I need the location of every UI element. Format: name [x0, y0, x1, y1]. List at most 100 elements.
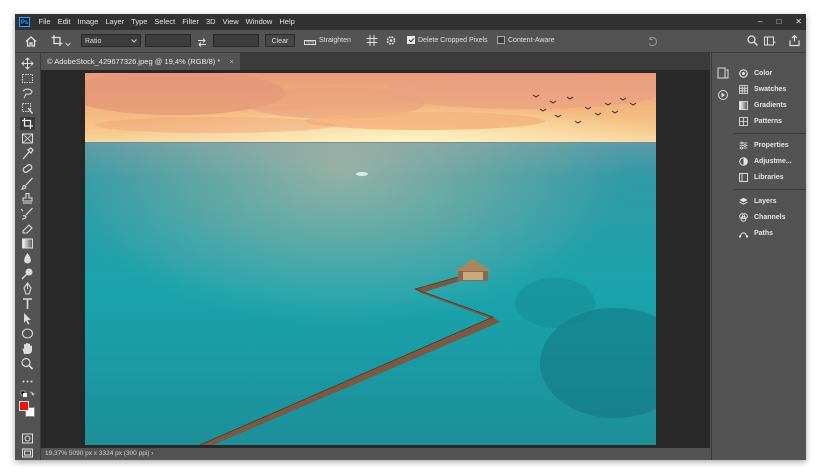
type-tool-icon[interactable]	[20, 297, 35, 310]
move-tool-icon[interactable]	[20, 57, 35, 70]
panel-swatches-label: Swatches	[754, 86, 787, 93]
status-text: 19,37% 5090 px x 3324 px (300 ppi) ›	[45, 450, 154, 457]
panel-patterns-label: Patterns	[754, 118, 783, 125]
menu-image[interactable]: Image	[74, 14, 102, 30]
workspace-icon[interactable]	[764, 35, 776, 48]
panel-patterns[interactable]: Patterns	[739, 115, 782, 128]
marquee-tool-icon[interactable]	[20, 72, 35, 85]
dodge-tool-icon[interactable]	[20, 267, 35, 280]
frame-tool-icon[interactable]	[20, 132, 35, 145]
gradient-tool-icon[interactable]	[20, 237, 35, 250]
menu-window[interactable]: Window	[242, 14, 276, 30]
ellipse-tool-icon[interactable]	[20, 327, 35, 340]
menu-3d[interactable]: 3D	[202, 14, 219, 30]
screen-mode-icon[interactable]	[20, 446, 35, 459]
object-selection-tool-icon[interactable]	[20, 102, 35, 115]
panel-paths-label: Paths	[754, 230, 774, 237]
actions-icon[interactable]	[717, 89, 729, 101]
canvas-area[interactable]	[41, 70, 710, 448]
panel-channels[interactable]: Channels	[739, 211, 786, 224]
libraries-icon	[739, 173, 748, 182]
panel-swatches[interactable]: Swatches	[739, 83, 786, 96]
share-icon[interactable]	[789, 34, 800, 47]
chevron-down-icon	[131, 39, 137, 43]
default-colors-icon[interactable]	[20, 390, 35, 400]
gear-icon[interactable]	[385, 34, 397, 47]
panel-libraries[interactable]: Libraries	[739, 171, 784, 184]
document-title: © AdobeStock_429677326.jpeg @ 19,4% (RGB…	[47, 57, 221, 66]
close-window-button[interactable]: ✕	[795, 14, 802, 30]
home-icon[interactable]	[25, 35, 37, 48]
hand-tool-icon[interactable]	[20, 342, 35, 355]
panel-properties[interactable]: Properties	[739, 139, 789, 152]
foreground-color-swatch[interactable]	[19, 401, 29, 411]
panel-color[interactable]: Color	[739, 67, 772, 80]
more-tools-icon[interactable]	[20, 375, 35, 388]
lasso-tool-icon[interactable]	[20, 87, 35, 100]
panel-gradients[interactable]: Gradients	[739, 99, 787, 112]
ratio-dropdown[interactable]: Ratio	[81, 34, 141, 47]
swap-icon[interactable]	[197, 36, 207, 49]
panel-layers-label: Layers	[754, 198, 777, 205]
document-image[interactable]	[85, 73, 656, 445]
panel-gradients-label: Gradients	[754, 102, 787, 109]
menu-edit[interactable]: Edit	[54, 14, 74, 30]
eyedropper-tool-icon[interactable]	[20, 147, 35, 160]
menu-filter[interactable]: Filter	[179, 14, 203, 30]
panel-divider	[734, 133, 806, 134]
adjustments-icon	[739, 157, 748, 166]
status-bar: 19,37% 5090 px x 3324 px (300 ppi) ›	[41, 448, 710, 460]
height-field[interactable]	[213, 34, 259, 47]
brush-tool-icon[interactable]	[20, 177, 35, 190]
delete-cropped-checkbox[interactable]: Delete Cropped Pixels	[407, 34, 488, 47]
menu-select[interactable]: Select	[151, 14, 179, 30]
blur-tool-icon[interactable]	[20, 252, 35, 265]
reset-icon[interactable]	[647, 35, 658, 48]
panel-libraries-label: Libraries	[754, 174, 784, 181]
photoshop-window: Ps File Edit Image Layer Type Select Fil…	[15, 14, 806, 460]
path-selection-tool-icon[interactable]	[20, 312, 35, 325]
panel-layers[interactable]: Layers	[739, 195, 777, 208]
document-tab[interactable]: © AdobeStock_429677326.jpeg @ 19,4% (RGB…	[41, 53, 240, 70]
crop-tool-icon[interactable]	[20, 117, 35, 130]
checkbox-checked[interactable]	[407, 36, 415, 45]
clear-button[interactable]: Clear	[265, 34, 295, 47]
panel-channels-label: Channels	[754, 214, 786, 221]
panel-color-label: Color	[754, 70, 773, 77]
search-icon[interactable]	[747, 34, 758, 47]
minimize-button[interactable]: –	[758, 14, 762, 30]
pen-tool-icon[interactable]	[20, 282, 35, 295]
menu-layer[interactable]: Layer	[102, 14, 128, 30]
gradients-icon	[739, 101, 748, 110]
panel-adjustments[interactable]: Adjustme...	[739, 155, 792, 168]
checkbox-unchecked[interactable]	[497, 36, 505, 45]
menu-view[interactable]: View	[219, 14, 242, 30]
zoom-tool-icon[interactable]	[20, 357, 35, 370]
healing-brush-tool-icon[interactable]	[20, 162, 35, 175]
panel-adjustments-label: Adjustme...	[754, 158, 792, 165]
quick-mask-icon[interactable]	[20, 432, 35, 445]
content-aware-checkbox[interactable]: Content-Aware	[497, 34, 555, 47]
maximize-button[interactable]: □	[776, 14, 781, 30]
history-icon[interactable]	[717, 67, 729, 79]
straighten-icon[interactable]	[304, 36, 316, 49]
history-brush-tool-icon[interactable]	[20, 207, 35, 220]
swatches-icon	[739, 85, 748, 94]
eraser-tool-icon[interactable]	[20, 222, 35, 235]
menu-file[interactable]: File	[35, 14, 54, 30]
patterns-icon	[739, 117, 748, 126]
close-tab-icon[interactable]: ×	[229, 57, 233, 66]
chevron-down-icon[interactable]	[65, 38, 71, 51]
panel-paths[interactable]: Paths	[739, 227, 773, 240]
clone-stamp-tool-icon[interactable]	[20, 192, 35, 205]
menu-help[interactable]: Help	[276, 14, 298, 30]
ratio-value: Ratio	[85, 38, 102, 45]
menu-type[interactable]: Type	[128, 14, 151, 30]
layers-icon	[739, 197, 748, 205]
panel-properties-label: Properties	[754, 142, 789, 149]
crop-tool-preset-icon[interactable]	[51, 34, 63, 47]
width-field[interactable]	[145, 34, 191, 47]
straighten-label[interactable]: Straighten	[319, 34, 351, 47]
grid-overlay-icon[interactable]	[366, 34, 378, 47]
menu-bar: Ps File Edit Image Layer Type Select Fil…	[15, 14, 806, 30]
